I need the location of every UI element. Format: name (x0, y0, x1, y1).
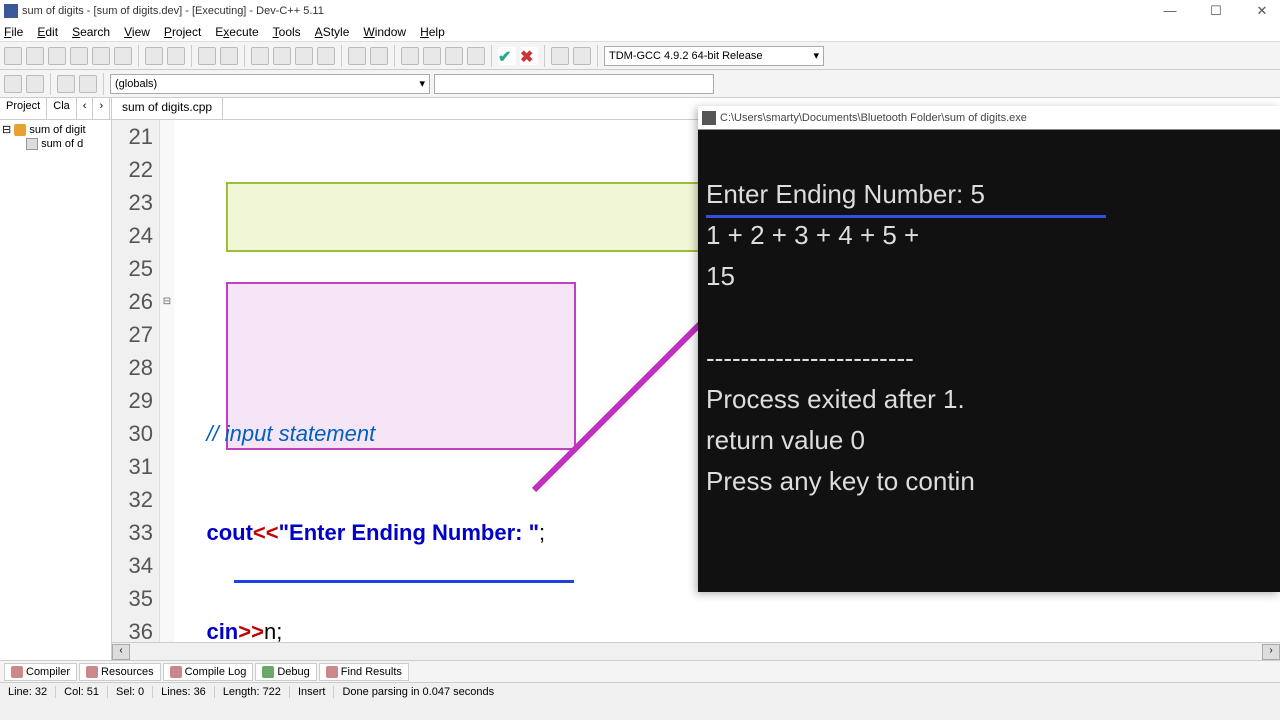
sidebar-tab-classes[interactable]: Cla (47, 98, 77, 119)
menu-window[interactable]: Window (363, 25, 406, 39)
status-sel: Sel: 0 (108, 686, 153, 698)
fold-column: ⊟ (160, 120, 174, 642)
tab-find-results[interactable]: Find Results (319, 663, 409, 681)
step-icon[interactable] (423, 47, 441, 65)
redo-icon[interactable] (167, 47, 185, 65)
project-icon (14, 124, 26, 136)
toggle-bp-icon[interactable] (401, 47, 419, 65)
replace-icon[interactable] (220, 47, 238, 65)
menu-search[interactable]: Search (72, 25, 110, 39)
bookmark-icon[interactable] (26, 75, 44, 93)
menubar: File Edit Search View Project Execute To… (0, 22, 1280, 42)
app-icon (4, 4, 18, 18)
maximize-button[interactable]: ☐ (1202, 3, 1230, 19)
step-over-icon[interactable] (445, 47, 463, 65)
chart-icon[interactable] (551, 47, 569, 65)
close-button[interactable]: ✕ (1248, 3, 1276, 19)
close-file-icon[interactable] (92, 47, 110, 65)
step-out-icon[interactable] (467, 47, 485, 65)
check-icon[interactable]: ✔ (498, 47, 516, 65)
tab-resources[interactable]: Resources (79, 663, 161, 681)
menu-file[interactable]: File (4, 25, 23, 39)
horizontal-scrollbar[interactable]: ‹ › (112, 642, 1280, 660)
file-icon (26, 138, 38, 150)
undo-icon[interactable] (145, 47, 163, 65)
statusbar: Line: 32 Col: 51 Sel: 0 Lines: 36 Length… (0, 682, 1280, 700)
status-parse: Done parsing in 0.047 seconds (334, 686, 502, 698)
status-line: Line: 32 (0, 686, 56, 698)
sidebar-tab-project[interactable]: Project (0, 98, 47, 119)
minimize-button[interactable]: — (1156, 3, 1184, 19)
console-titlebar: C:\Users\smarty\Documents\Bluetooth Fold… (698, 106, 1280, 130)
search-icon (326, 666, 338, 678)
fold-marker[interactable]: ⊟ (160, 285, 174, 318)
toggle-icon[interactable] (79, 75, 97, 93)
sidebar-tab-next[interactable]: › (93, 98, 110, 119)
status-insert: Insert (290, 686, 335, 698)
console-underline (706, 215, 1106, 218)
grid-icon (11, 666, 23, 678)
tab-compile-log[interactable]: Compile Log (163, 663, 254, 681)
console-title: C:\Users\smarty\Documents\Bluetooth Fold… (720, 112, 1027, 124)
goto-icon[interactable] (4, 75, 22, 93)
gutter: 21222324 25262728 29303132 33343536 (112, 120, 160, 642)
menu-project[interactable]: Project (164, 25, 201, 39)
scroll-right-icon[interactable]: › (1262, 644, 1280, 660)
scroll-left-icon[interactable]: ‹ (112, 644, 130, 660)
console-icon (702, 111, 716, 125)
tree-project-node[interactable]: ⊟ sum of digit (2, 122, 109, 137)
print-icon[interactable] (114, 47, 132, 65)
tree-file-node[interactable]: sum of d (2, 137, 109, 151)
console-window[interactable]: C:\Users\smarty\Documents\Bluetooth Fold… (698, 106, 1280, 592)
compile-run-icon[interactable] (295, 47, 313, 65)
find-icon[interactable] (198, 47, 216, 65)
sidebar: Project Cla ‹ › ⊟ sum of digit sum of d (0, 98, 112, 660)
console-output: Enter Ending Number: 5 1 + 2 + 3 + 4 + 5… (698, 130, 1280, 586)
bottom-tabs: Compiler Resources Compile Log Debug Fin… (0, 660, 1280, 682)
code-line: cin>>n; (182, 615, 1280, 642)
run-icon[interactable] (273, 47, 291, 65)
insert-icon[interactable] (57, 75, 75, 93)
compile-icon[interactable] (251, 47, 269, 65)
compiler-select[interactable]: TDM-GCC 4.9.2 64-bit Release▾ (604, 46, 824, 66)
titlebar: sum of digits - [sum of digits.dev] - [E… (0, 0, 1280, 22)
tab-debug[interactable]: Debug (255, 663, 316, 681)
stop-icon[interactable] (370, 47, 388, 65)
rebuild-icon[interactable] (317, 47, 335, 65)
status-col: Col: 51 (56, 686, 108, 698)
x-icon[interactable]: ✖ (520, 47, 538, 65)
new-file-icon[interactable] (4, 47, 22, 65)
books-icon (86, 666, 98, 678)
open-file-icon[interactable] (26, 47, 44, 65)
sidebar-tabs: Project Cla ‹ › (0, 98, 111, 120)
help-icon[interactable] (573, 47, 591, 65)
tab-compiler[interactable]: Compiler (4, 663, 77, 681)
check-icon (262, 666, 274, 678)
save-icon[interactable] (48, 47, 66, 65)
status-length: Length: 722 (215, 686, 290, 698)
project-tree[interactable]: ⊟ sum of digit sum of d (0, 120, 111, 660)
status-lines: Lines: 36 (153, 686, 215, 698)
globals-select[interactable]: (globals)▾ (110, 74, 430, 94)
log-icon (170, 666, 182, 678)
save-all-icon[interactable] (70, 47, 88, 65)
debug-icon[interactable] (348, 47, 366, 65)
toolbar-main: ✔ ✖ TDM-GCC 4.9.2 64-bit Release▾ (0, 42, 1280, 70)
menu-view[interactable]: View (124, 25, 150, 39)
symbols-select[interactable] (434, 74, 714, 94)
window-title: sum of digits - [sum of digits.dev] - [E… (22, 5, 1156, 17)
file-tab-active[interactable]: sum of digits.cpp (112, 98, 223, 119)
menu-tools[interactable]: Tools (273, 25, 301, 39)
menu-execute[interactable]: Execute (215, 25, 258, 39)
sidebar-tab-prev[interactable]: ‹ (77, 98, 94, 119)
menu-astyle[interactable]: AStyle (315, 25, 350, 39)
menu-help[interactable]: Help (420, 25, 445, 39)
menu-edit[interactable]: Edit (37, 25, 58, 39)
toolbar-secondary: (globals)▾ (0, 70, 1280, 98)
